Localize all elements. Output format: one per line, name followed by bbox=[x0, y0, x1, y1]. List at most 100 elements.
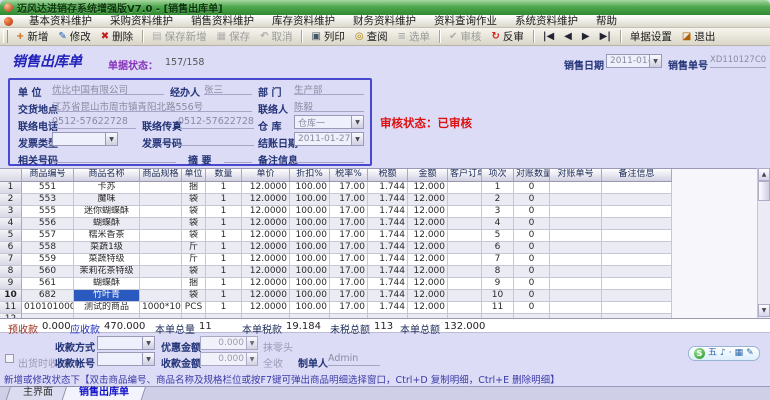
toolbar-button[interactable]: ≡ 选单 bbox=[393, 27, 435, 46]
toolbar-button[interactable]: |◀ bbox=[538, 30, 559, 44]
chevron-down-icon[interactable]: ▼ bbox=[649, 55, 661, 67]
fax-field[interactable]: 0512-57622728 bbox=[178, 116, 254, 129]
table-row[interactable]: 110101010001测试的商品1000*1000*40PCS112.0000… bbox=[0, 302, 672, 314]
table-header-cell[interactable]: 备注信息 bbox=[602, 169, 672, 182]
dept-field[interactable]: 生产部 bbox=[294, 82, 364, 95]
warehouse-combobox[interactable]: 仓库一 ▼ bbox=[294, 115, 364, 129]
table-row[interactable]: 8 560 茉莉花茶特级袋 1 12.0000 100.00 17.00 1.744 12.00… bbox=[0, 266, 672, 278]
chevron-down-icon[interactable]: ▼ bbox=[142, 353, 154, 365]
scroll-up-icon[interactable]: ▲ bbox=[758, 168, 770, 181]
input-method-bar[interactable]: S 五 ♪ · ▦ ✎ bbox=[688, 346, 760, 361]
toolbar-button[interactable]: + 新增 bbox=[11, 27, 53, 46]
table-header-cell[interactable]: 商品编号 bbox=[22, 169, 74, 182]
toolbar-button[interactable]: 单据设置 bbox=[625, 27, 677, 46]
menu-item[interactable]: 销售资料维护 bbox=[182, 15, 263, 27]
toolbar-button[interactable]: ◪ 退出 bbox=[677, 27, 720, 46]
memo-field[interactable] bbox=[294, 150, 364, 163]
table-row[interactable]: 6 558 菜蔬1级斤 1 12.0000 100.00 17.00 1.744 12.000 6… bbox=[0, 242, 672, 254]
ime-logo-icon[interactable]: S bbox=[694, 348, 705, 359]
chevron-down-icon[interactable]: ▼ bbox=[246, 337, 257, 349]
table-row[interactable]: 1 551 卡苏捆 1 12.0000 100.00 17.00 1.744 12.000 1 0 bbox=[0, 182, 672, 194]
pay-method-combobox[interactable]: ▼ bbox=[97, 336, 155, 350]
menu-item[interactable]: 帮助 bbox=[587, 15, 626, 27]
table-row[interactable]: 2 553 魔味袋 1 12.0000 100.00 17.00 1.744 12.000 2 0 bbox=[0, 194, 672, 206]
table-row[interactable]: 9 561 蝴蝶酥捆 1 12.0000 100.00 17.00 1.744 12.000 9 0 bbox=[0, 278, 672, 290]
invoice-type-combobox[interactable]: ▼ bbox=[52, 132, 118, 146]
summary-field[interactable] bbox=[224, 150, 252, 163]
ime-item-icon[interactable]: · bbox=[729, 348, 732, 359]
table-header-cell[interactable]: 单价 bbox=[242, 169, 290, 182]
collect-on-delivery-checkbox[interactable] bbox=[5, 354, 14, 363]
table-cell: 12.000 bbox=[408, 302, 448, 314]
address-field[interactable]: 江苏省昆山市周市镇青阳北路556号 bbox=[52, 99, 252, 112]
table-header-cell[interactable]: 项次 bbox=[482, 169, 514, 182]
ime-item-icon[interactable]: 五 bbox=[708, 348, 717, 359]
pay-account-combobox[interactable]: ▼ bbox=[97, 352, 155, 366]
table-header-cell[interactable]: 客户订单 bbox=[448, 169, 482, 182]
table-row[interactable]: 10 682 竹叶青袋 1 12.0000 100.00 17.00 1.744 12.000 1… bbox=[0, 290, 672, 302]
table-header-cell[interactable]: 商品名称 bbox=[74, 169, 140, 182]
menu-item[interactable]: 财务资料维护 bbox=[344, 15, 425, 27]
pay-amount-field[interactable]: 0.000 ▼ bbox=[200, 352, 258, 366]
unit-field[interactable]: 优比中国有限公司 bbox=[52, 82, 164, 95]
discount-amount-value: 0.000 bbox=[218, 338, 244, 348]
menu-item[interactable]: 采购资料维护 bbox=[101, 15, 182, 27]
ime-item-icon[interactable]: ✎ bbox=[746, 348, 754, 359]
table-header-cell[interactable]: 商品规格 bbox=[140, 169, 182, 182]
table-cell: 12.0000 bbox=[242, 206, 290, 218]
toolbar-button[interactable]: ▦ 保存 bbox=[212, 27, 255, 46]
chevron-down-icon[interactable]: ▼ bbox=[351, 133, 363, 145]
toolbar-button[interactable]: ↶ 取消 bbox=[255, 27, 297, 46]
table-header-cell[interactable]: 税额 bbox=[368, 169, 408, 182]
contact-field[interactable]: 陈毅 bbox=[294, 99, 364, 112]
menu-item[interactable]: 基本资料维护 bbox=[20, 15, 101, 27]
table-header-cell[interactable]: 对账数量 bbox=[514, 169, 550, 182]
tab-active[interactable]: 销售出库单 bbox=[61, 386, 147, 400]
discount-amount-field[interactable]: 0.000 ▼ bbox=[200, 336, 258, 350]
menu-item[interactable]: 资料查询作业 bbox=[425, 15, 506, 27]
toolbar-button[interactable]: ◀ bbox=[559, 30, 577, 44]
toolbar-button[interactable]: ▣ 列印 bbox=[306, 27, 349, 46]
table-row[interactable]: 4 556 蝴蝶酥袋 1 12.0000 100.00 17.00 1.744 12.000 4 0 bbox=[0, 218, 672, 230]
settle-date-combobox[interactable]: 2011-01-27 ▼ bbox=[294, 132, 364, 146]
toolbar-button[interactable]: ◎ 查阅 bbox=[350, 27, 393, 46]
sale-no-field[interactable]: XD110127C01 bbox=[710, 55, 766, 68]
sale-date-combobox[interactable]: 2011-01-27 ▼ bbox=[606, 54, 662, 68]
chevron-down-icon[interactable]: ▼ bbox=[142, 337, 154, 349]
chevron-down-icon[interactable]: ▼ bbox=[105, 133, 117, 145]
table-header-cell[interactable]: 金额 bbox=[408, 169, 448, 182]
toolbar-button[interactable]: ↻ 反审 bbox=[486, 27, 528, 46]
table-header-cell[interactable]: 税率% bbox=[330, 169, 368, 182]
tab-inactive[interactable]: 主界面 bbox=[5, 386, 71, 400]
table-header-cell[interactable]: 数量 bbox=[206, 169, 242, 182]
table-row[interactable]: 7 559 菜蔬特级斤 1 12.0000 100.00 17.00 1.744 12.000 7… bbox=[0, 254, 672, 266]
toolbar-button[interactable]: ✔ 审核 bbox=[444, 27, 486, 46]
toolbar-button[interactable]: ▤ 保存新增 bbox=[147, 27, 211, 46]
table-cell: 蝴蝶酥 bbox=[74, 218, 140, 230]
scrollbar-thumb[interactable] bbox=[758, 181, 770, 201]
menu-item[interactable]: 系统资料维护 bbox=[506, 15, 587, 27]
table-row[interactable]: 5 557 糯米香茶袋 1 12.0000 100.00 17.00 1.744 12.000 5… bbox=[0, 230, 672, 242]
menu-item[interactable]: 库存资料维护 bbox=[263, 15, 344, 27]
invoice-no-field[interactable] bbox=[178, 133, 254, 146]
toolbar-button[interactable]: ▶ bbox=[577, 30, 595, 44]
chevron-down-icon[interactable]: ▼ bbox=[246, 353, 257, 365]
agent-field[interactable]: 张三 bbox=[204, 82, 252, 95]
phone-field[interactable]: 0512-57622728 bbox=[52, 116, 136, 129]
round-off-link[interactable]: 抹零头 bbox=[263, 339, 293, 354]
table-header-cell[interactable]: 对账单号 bbox=[550, 169, 602, 182]
ime-item-icon[interactable]: ♪ bbox=[720, 348, 726, 359]
chevron-down-icon[interactable]: ▼ bbox=[351, 116, 363, 128]
table-cell bbox=[550, 182, 602, 194]
related-no-field[interactable] bbox=[52, 150, 176, 163]
toolbar-button[interactable]: ✖ 删除 bbox=[96, 27, 138, 46]
toolbar-button[interactable]: ✎ 修改 bbox=[53, 27, 95, 46]
vertical-scrollbar[interactable]: ▲ ▼ bbox=[757, 168, 770, 318]
scroll-down-icon[interactable]: ▼ bbox=[758, 304, 770, 317]
table-header-cell[interactable]: 单位 bbox=[182, 169, 206, 182]
ime-item-icon[interactable]: ▦ bbox=[735, 348, 744, 359]
toolbar-button[interactable]: ▶| bbox=[595, 30, 616, 44]
full-collect-link[interactable]: 全收 bbox=[263, 355, 283, 370]
table-header-cell[interactable]: 折扣% bbox=[290, 169, 330, 182]
table-row[interactable]: 3 555 迷你蝴蝶酥袋 1 12.0000 100.00 17.00 1.744 12.000… bbox=[0, 206, 672, 218]
